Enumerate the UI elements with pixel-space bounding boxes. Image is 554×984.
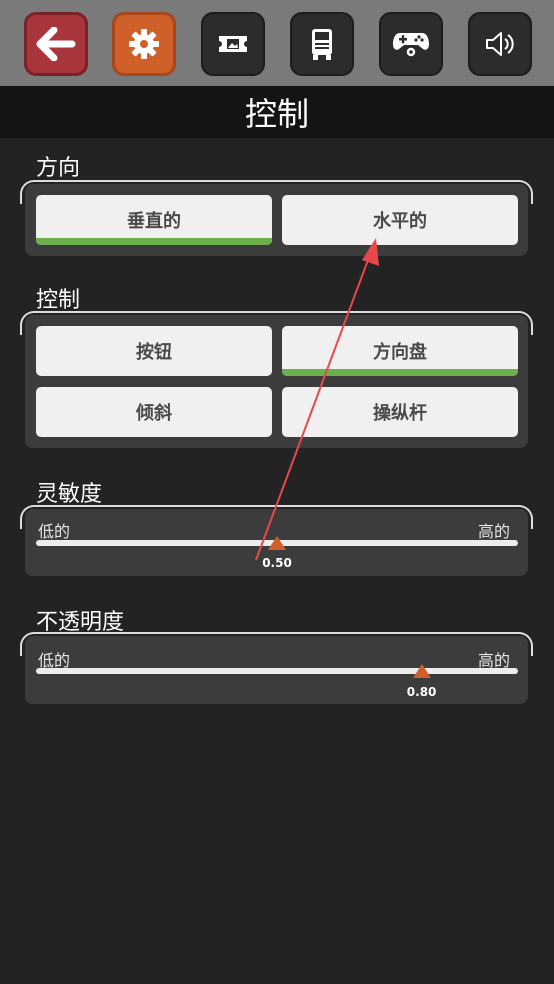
sensitivity-high-label: 高的 [478, 522, 511, 541]
option-tilt-button[interactable]: 倾斜 [36, 387, 272, 437]
gear-icon [129, 29, 159, 59]
sensitivity-low-label: 低的 [38, 522, 71, 541]
direction-label: 方向 [36, 156, 81, 181]
opacity-slider-thumb[interactable] [412, 664, 431, 678]
control-panel: 按钮 方向盘 倾斜 操纵杆 [25, 315, 528, 448]
controls-button[interactable] [379, 12, 443, 76]
title-bar: 控制 [0, 86, 554, 138]
gamepad-gear-icon [393, 33, 429, 58]
option-tilt-label: 倾斜 [136, 403, 172, 424]
option-joystick-label: 操纵杆 [373, 403, 427, 424]
option-steering-wheel-button[interactable]: 方向盘 [282, 326, 518, 376]
sensitivity-label: 灵敏度 [36, 482, 103, 507]
selected-indicator [36, 238, 272, 245]
opacity-value: 0.80 [406, 685, 437, 699]
ticket-image-icon [219, 36, 247, 52]
settings-button[interactable] [112, 12, 176, 76]
speaker-icon [486, 32, 514, 56]
control-label: 控制 [36, 288, 81, 313]
option-horizontal-button[interactable]: 水平的 [282, 195, 518, 245]
direction-panel: 垂直的 水平的 [25, 184, 528, 256]
back-button[interactable] [24, 12, 88, 76]
truck-icon [312, 29, 332, 60]
top-toolbar [0, 0, 554, 86]
option-vertical-label: 垂直的 [127, 211, 181, 232]
vehicle-button[interactable] [290, 12, 354, 76]
option-joystick-button[interactable]: 操纵杆 [282, 387, 518, 437]
option-vertical-button[interactable]: 垂直的 [36, 195, 272, 245]
graphics-button[interactable] [201, 12, 265, 76]
sensitivity-value: 0.50 [262, 556, 292, 570]
option-horizontal-label: 水平的 [373, 211, 427, 232]
page-title: 控制 [244, 95, 309, 133]
back-arrow-icon [36, 27, 76, 61]
option-buttons-label: 按钮 [136, 342, 172, 363]
option-steering-wheel-label: 方向盘 [373, 342, 427, 363]
selected-indicator [282, 369, 518, 376]
sound-button[interactable] [468, 12, 532, 76]
sensitivity-slider-thumb[interactable] [268, 536, 286, 550]
option-buttons-button[interactable]: 按钮 [36, 326, 272, 376]
opacity-slider[interactable] [36, 668, 518, 674]
